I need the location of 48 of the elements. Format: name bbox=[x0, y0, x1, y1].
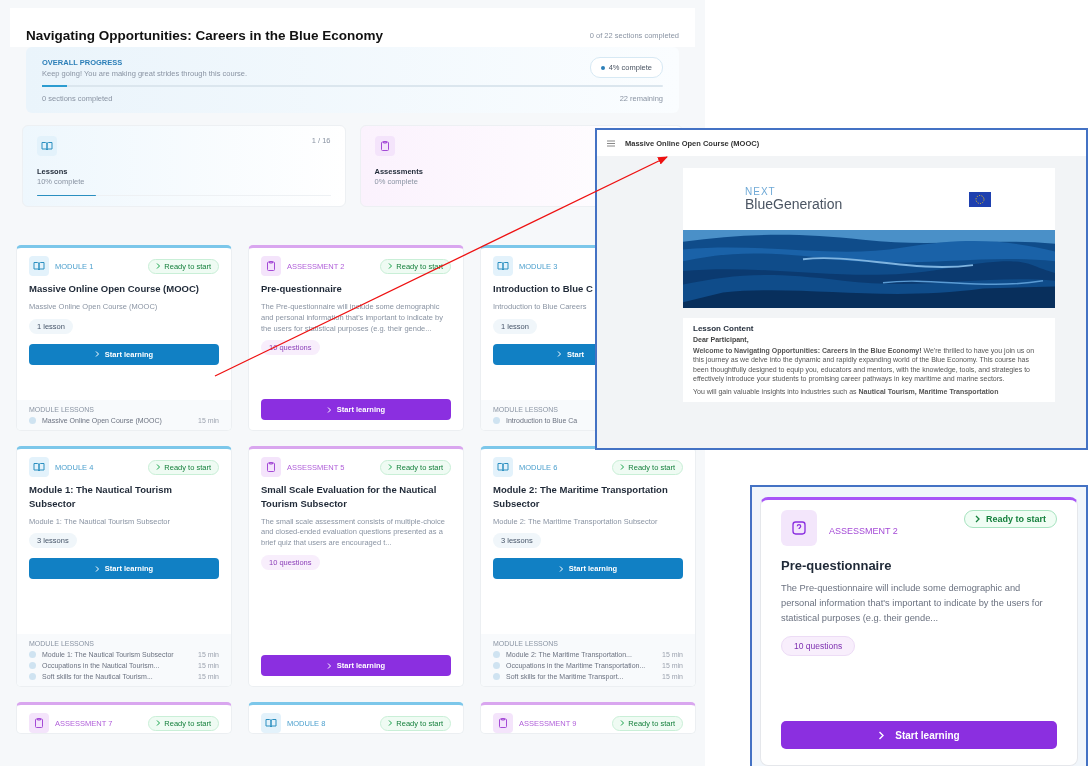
chevron-icon bbox=[94, 565, 100, 572]
book-icon bbox=[29, 256, 49, 276]
chevron-icon bbox=[94, 351, 100, 358]
play-icon bbox=[493, 417, 500, 424]
chevron-icon bbox=[878, 730, 886, 740]
chevron-icon bbox=[557, 351, 562, 358]
chevron-icon bbox=[620, 720, 626, 726]
chevron-icon bbox=[620, 464, 626, 470]
chevron-icon bbox=[326, 662, 332, 669]
count-chip: 10 questions bbox=[781, 635, 856, 656]
card-label: ASSESSMENT 2 bbox=[829, 526, 899, 536]
card-description: The Pre-questionnaire will include some demographic and personal information that's important to indicate by the users for statistical purposes (e.g. their gende... bbox=[781, 582, 1044, 625]
clipboard-icon bbox=[493, 713, 513, 733]
play-icon bbox=[29, 417, 36, 424]
card-title: Small Scale Evaluation for the Nautical Tourism Subsector bbox=[261, 483, 438, 511]
course-title: Navigating Opportunities: Careers in the Blue Economy bbox=[26, 28, 384, 43]
card-title: Module 2: The Maritime Transportation Subsector bbox=[493, 483, 669, 511]
logo-tagline: NEXT bbox=[745, 187, 777, 197]
card-title: Introduction to Blue C bbox=[493, 282, 594, 296]
chevron-icon bbox=[156, 720, 162, 726]
chevron-icon bbox=[156, 464, 162, 470]
clipboard-icon bbox=[374, 136, 395, 156]
chevron-icon bbox=[558, 565, 564, 572]
flag-icon bbox=[969, 191, 991, 207]
book-icon bbox=[493, 256, 513, 276]
start-button[interactable]: Start learning bbox=[781, 721, 1057, 749]
clipboard-icon bbox=[261, 457, 281, 477]
book-icon bbox=[29, 457, 49, 477]
card-title: Module 1: The Nautical Tourism Subsector bbox=[29, 483, 173, 511]
card-title: Pre-questionnaire bbox=[261, 282, 343, 296]
chevron-icon bbox=[388, 720, 394, 726]
book-icon bbox=[493, 457, 513, 477]
book-icon bbox=[37, 136, 57, 156]
clipboard-icon bbox=[261, 256, 281, 276]
chevron-icon bbox=[388, 263, 394, 269]
question-icon bbox=[781, 510, 817, 546]
chevron-icon bbox=[156, 263, 162, 269]
chevron-icon bbox=[326, 406, 332, 413]
chevron-icon bbox=[388, 464, 394, 470]
logo-name: BlueGeneration bbox=[745, 197, 843, 211]
card-title: Massive Online Open Course (MOOC) bbox=[29, 282, 200, 296]
lesson-heading: Lesson Content bbox=[693, 324, 755, 333]
chevron-icon bbox=[974, 515, 981, 523]
menu-icon[interactable] bbox=[607, 139, 615, 147]
book-icon bbox=[261, 713, 281, 733]
clipboard-icon bbox=[29, 713, 49, 733]
status-badge: Ready to start bbox=[963, 510, 1057, 528]
card-title: Pre-questionnaire bbox=[781, 558, 893, 573]
